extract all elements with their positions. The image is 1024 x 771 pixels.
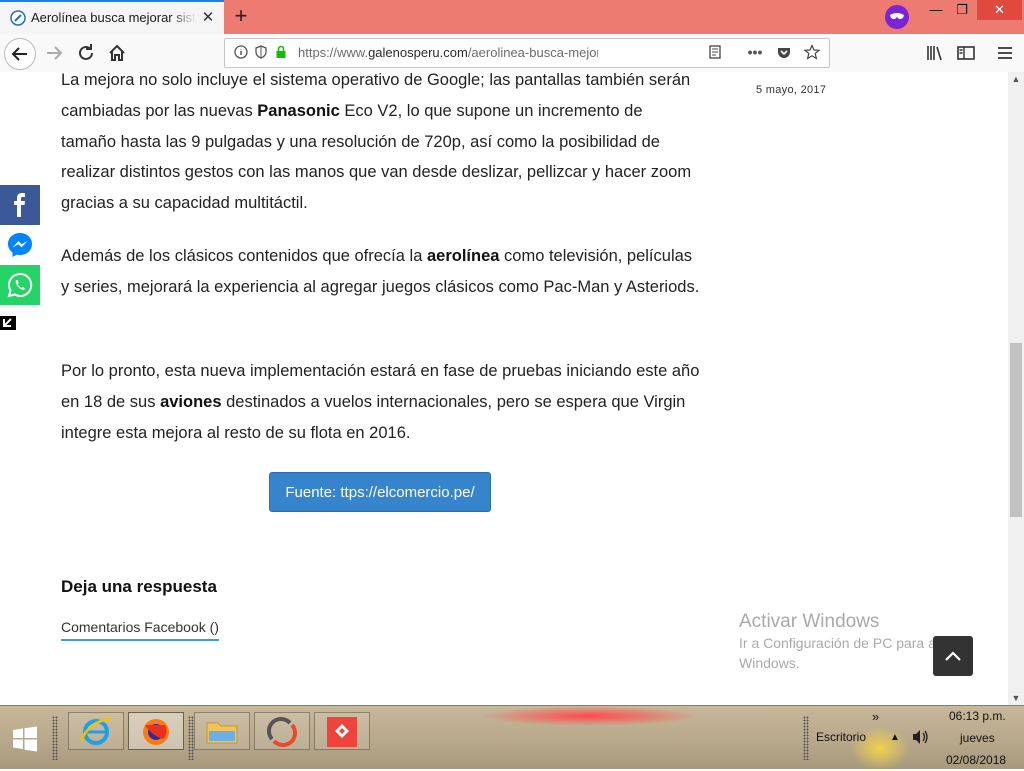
taskbar-firefox[interactable] xyxy=(128,712,184,750)
url-path: /aerolinea-busca-mejorar-siste xyxy=(467,45,598,60)
home-button[interactable] xyxy=(103,39,131,67)
desktop-toolbar-label[interactable]: Escritorio xyxy=(816,730,866,744)
tab-title: Aerolínea busca mejorar sistem xyxy=(31,10,196,25)
article-paragraph: La mejora no solo incluye el sistema ope… xyxy=(61,72,701,219)
scroll-down-arrow-icon[interactable]: ▼ xyxy=(1008,691,1024,705)
text-segment: Además de los clásicos contenidos que of… xyxy=(61,247,427,265)
folder-icon xyxy=(206,722,238,744)
tab-close-icon[interactable]: ✕ xyxy=(200,10,216,26)
reader-view-icon[interactable] xyxy=(707,44,723,60)
windows-logo-icon xyxy=(13,726,37,752)
page-actions-icon[interactable]: ••• xyxy=(747,44,763,60)
navigation-toolbar: https://www.galenosperu.com/aerolinea-bu… xyxy=(0,34,1024,73)
share-toggle-button[interactable] xyxy=(0,316,16,330)
window-close-button[interactable]: ✕ xyxy=(977,0,1022,20)
facebook-comments-tab[interactable]: Comentarios Facebook () xyxy=(61,619,219,641)
url-scheme: https://www. xyxy=(298,45,369,60)
sidebar-post-date: 5 mayo, 2017 xyxy=(756,84,827,96)
collapse-arrow-icon xyxy=(3,318,12,327)
messenger-share-button[interactable] xyxy=(0,225,40,265)
facebook-share-button[interactable] xyxy=(0,185,40,225)
info-icon[interactable] xyxy=(233,44,249,60)
sidebar-post-title-partial[interactable] xyxy=(756,72,760,78)
clock-date[interactable]: 02/08/2018 xyxy=(946,753,1006,767)
taskbar-file-explorer[interactable] xyxy=(194,712,250,750)
scroll-to-top-button[interactable] xyxy=(933,636,973,676)
tracking-shield-icon[interactable] xyxy=(253,44,269,60)
page-content: 5 mayo, 2017 La mejora no solo incluye e… xyxy=(0,72,1008,705)
reload-button[interactable] xyxy=(72,39,100,67)
wallpaper-highlight xyxy=(480,706,700,726)
firefox-icon xyxy=(143,719,169,745)
clock-day[interactable]: jueves xyxy=(960,731,995,745)
sidebar-toggle-button[interactable] xyxy=(952,39,980,67)
taskbar-internet-explorer[interactable] xyxy=(68,712,124,750)
window-minimize-button[interactable]: — xyxy=(924,0,948,20)
arrow-right-icon xyxy=(47,46,63,60)
bold-keyword: Panasonic xyxy=(257,101,340,120)
comments-heading: Deja una respuesta xyxy=(61,577,217,596)
window-restore-button[interactable]: ❐ xyxy=(950,0,974,20)
pocket-icon[interactable] xyxy=(776,44,792,60)
library-button[interactable] xyxy=(920,39,948,67)
windows-taskbar: » Escritorio ▲ 06:13 p.m. jueves 02/08/2… xyxy=(0,705,1024,771)
article-paragraph: Además de los clásicos contenidos que of… xyxy=(61,241,701,303)
url-text: https://www.galenosperu.com/aerolinea-bu… xyxy=(298,45,598,60)
scrollbar-thumb[interactable] xyxy=(1010,343,1022,517)
reload-icon xyxy=(79,44,93,60)
start-button[interactable] xyxy=(10,724,40,754)
tab-bar: Aerolínea busca mejorar sistem ✕ + — ❐ ✕ xyxy=(0,0,1024,34)
watermark-title: Activar Windows xyxy=(739,611,880,632)
library-icon xyxy=(927,46,942,61)
forward-button[interactable] xyxy=(40,39,68,67)
arrow-left-icon xyxy=(11,47,27,61)
messenger-icon xyxy=(8,233,32,257)
home-icon xyxy=(109,44,125,61)
bookmark-star-icon[interactable] xyxy=(803,44,821,60)
chevron-up-icon xyxy=(945,651,961,661)
scroll-up-arrow-icon[interactable]: ▲ xyxy=(1008,72,1024,86)
menu-button[interactable] xyxy=(991,39,1019,67)
facebook-icon xyxy=(14,193,25,217)
site-favicon-icon xyxy=(10,10,26,26)
bold-keyword: aerolínea xyxy=(426,247,500,265)
hamburger-menu-icon xyxy=(998,47,1012,59)
lock-icon[interactable] xyxy=(273,44,289,60)
page-scrollbar[interactable]: ▲ ▼ xyxy=(1008,72,1024,705)
new-tab-button[interactable]: + xyxy=(230,5,252,27)
internet-explorer-icon xyxy=(79,717,112,745)
tray-chevron[interactable]: » xyxy=(872,709,879,724)
sync-app-icon xyxy=(266,716,298,748)
sidebar-icon xyxy=(957,46,975,60)
taskbar-grip[interactable] xyxy=(803,716,809,760)
tray-expand-icon[interactable]: ▲ xyxy=(890,732,900,743)
url-host: galenosperu.com xyxy=(368,45,468,60)
volume-icon[interactable] xyxy=(910,728,930,749)
anydesk-icon xyxy=(327,717,357,747)
clock-time[interactable]: 06:13 p.m. xyxy=(949,709,1006,723)
whatsapp-share-button[interactable] xyxy=(0,265,40,305)
taskbar-grip[interactable] xyxy=(52,716,58,760)
back-button[interactable] xyxy=(4,38,36,70)
bold-keyword: aviones xyxy=(160,392,222,411)
article-paragraph: Por lo pronto, esta nueva implementación… xyxy=(61,356,701,448)
address-bar[interactable]: https://www.galenosperu.com/aerolinea-bu… xyxy=(224,38,830,68)
taskbar-anydesk[interactable] xyxy=(314,712,370,750)
source-link-button[interactable]: Fuente: ttps://elcomercio.pe/ xyxy=(269,472,491,512)
browser-tab-active[interactable]: Aerolínea busca mejorar sistem ✕ xyxy=(0,0,224,34)
taskbar-app-sync[interactable] xyxy=(254,712,310,750)
private-browsing-mask-icon xyxy=(885,5,909,29)
whatsapp-icon xyxy=(7,272,33,298)
